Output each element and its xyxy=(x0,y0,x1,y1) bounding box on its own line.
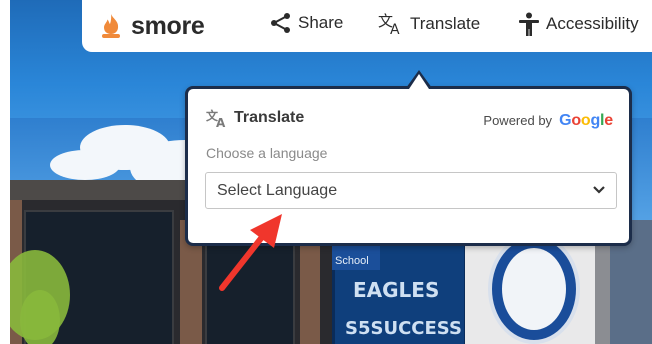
powered-by-google: Powered by Google xyxy=(483,112,613,130)
translate-button[interactable]: 文 A Translate xyxy=(378,12,480,36)
popover-caret-fill xyxy=(409,74,429,89)
accessibility-button[interactable]: Accessibility xyxy=(518,12,639,36)
share-button[interactable]: Share xyxy=(270,12,343,34)
share-icon xyxy=(271,13,290,33)
red-arrow-annotation xyxy=(219,214,282,291)
google-logo: Google xyxy=(559,112,613,129)
translate-label: Translate xyxy=(410,14,481,33)
language-select-value: Select Language xyxy=(217,181,338,199)
translate-icon: 文 A xyxy=(206,108,226,128)
popover-title: 文 A Translate xyxy=(206,108,305,128)
choose-language-label: Choose a language xyxy=(206,145,328,161)
accessibility-label: Accessibility xyxy=(546,14,639,33)
chevron-down-icon xyxy=(593,186,605,194)
svg-text:A: A xyxy=(216,116,226,128)
eagle-emblem xyxy=(488,234,580,344)
sign-text-eagles: EAGLES xyxy=(353,278,440,302)
flame-icon xyxy=(102,14,120,38)
svg-text:A: A xyxy=(390,22,400,36)
powered-by-label: Powered by xyxy=(483,113,553,128)
share-label: Share xyxy=(298,13,344,32)
top-navbar: smore Share 文 A Translate Accessibility xyxy=(82,0,652,52)
sign-text-success: S5SUCCESS xyxy=(345,318,462,339)
translate-icon: 文 A xyxy=(378,12,400,36)
smore-logo[interactable]: smore xyxy=(99,12,205,41)
logo-text: smore xyxy=(131,11,205,40)
accessibility-icon xyxy=(519,12,539,36)
